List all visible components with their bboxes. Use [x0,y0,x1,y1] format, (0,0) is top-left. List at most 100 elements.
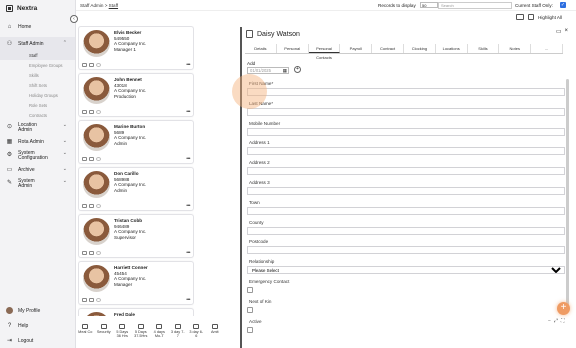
group-filter[interactable]: Amit [206,318,225,348]
card-icon[interactable] [89,157,94,161]
staff-card[interactable]: Don Carillo 568988 A Company Inc. Admin ••• [78,167,194,211]
group-filter[interactable]: 5 Days 37.5Hrs [132,318,151,348]
sidebar-item-rota-admin[interactable]: ▦ Rota Admin ⌄ [0,135,75,148]
card-icon[interactable] [89,298,94,302]
sidebar-subitem-staff[interactable]: Staff [0,50,75,60]
staff-role: Manager [114,281,133,287]
chevron-down-icon: ⌄ [62,178,67,184]
tab-notes[interactable]: Notes [499,44,532,53]
sidebar-subitem-holiday-groups[interactable]: Holiday Groups [0,90,75,100]
mail-icon[interactable] [82,251,87,255]
group-filter[interactable]: 3 day 6- 6 [187,318,206,348]
window-icon[interactable]: ▭ [556,28,562,35]
tab-personal-contacts[interactable]: Personal Contacts [308,44,341,60]
checkbox[interactable] [247,286,253,293]
group-filter[interactable]: Meal Co [76,318,95,348]
staff-role: Production [114,93,136,99]
rota-icon: ▦ [6,139,13,145]
grid-view-icon[interactable] [528,14,534,20]
text-input[interactable] [247,127,565,136]
sidebar-item-staff-admin[interactable]: ⚇ Staff Admin ⌃ [0,37,75,50]
highlight-all-label[interactable]: Highlight All [538,15,562,20]
more-options-icon[interactable]: ••• [186,297,190,303]
collapse-sidebar-button[interactable]: ‹ [70,15,78,23]
relationship-select[interactable]: Please Select [247,266,565,275]
sidebar-item-help[interactable]: ? Help [0,318,76,333]
more-options-icon[interactable]: ••• [186,109,190,115]
calendar-icon[interactable]: ▦ [283,68,287,73]
card-icon[interactable] [89,204,94,208]
text-input[interactable] [247,167,565,176]
staff-card[interactable]: John Bennet 43018 A Company Inc. Production… [78,73,194,117]
minimize-icon[interactable]: − [548,318,551,324]
mail-icon[interactable] [82,157,87,161]
records-input[interactable]: 50 [420,2,438,8]
sidebar-subitem-skills[interactable]: Skills [0,70,75,80]
staff-card[interactable]: Marine Burton 5689 A Company Inc. Admin ••• [78,120,194,164]
group-filter[interactable]: Security [95,318,114,348]
mail-icon[interactable] [82,110,87,114]
tab-skills[interactable]: Skills [468,44,500,53]
current-staff-only-checkbox[interactable]: ✓ [560,2,566,8]
sidebar-item-label: System Admin [18,177,35,189]
sidebar-subitem-contracts[interactable]: Contracts [0,110,75,120]
text-input[interactable] [247,246,565,255]
scrollbar[interactable] [566,79,569,307]
close-icon[interactable]: × [564,28,568,35]
search-input[interactable]: Search [438,2,512,9]
sidebar-item-archive[interactable]: ▭ Archive ⌄ [0,163,75,176]
sidebar-subitem-shift-sets[interactable]: Shift Sets [0,80,75,90]
staff-card[interactable]: Tristan Cobb 946489 A Company Inc. Supervis… [78,214,194,258]
tab-clocking[interactable]: Clocking [404,44,436,53]
nextra-logo-icon [6,4,13,12]
add-contact-button[interactable]: + [294,66,301,73]
more-options-icon[interactable]: ••• [186,250,190,256]
mail-icon[interactable] [82,204,87,208]
fullscreen-icon[interactable]: ⛶ [561,318,565,324]
tab-locations[interactable]: Locations [436,44,468,53]
more-options-icon[interactable]: ••• [186,156,190,162]
text-input[interactable] [247,107,565,116]
card-icon[interactable] [89,110,94,114]
expand-icon[interactable]: ⤢ [554,318,558,324]
sidebar-item-logout[interactable]: ⇥ Logout [0,333,76,348]
group-filter[interactable]: 5 Days 36 Hrs [113,318,132,348]
add-fab-button[interactable]: + [557,302,570,315]
mail-icon[interactable] [82,298,87,302]
staff-card[interactable]: Fred Dale••• [78,308,194,316]
sidebar-item-location-admin[interactable]: ⊙ Location Admin ⌄ [0,120,75,135]
tab--[interactable]: ... [531,44,563,53]
staff-card[interactable]: Elvis Becker 549550 A Company Inc. Manager … [78,26,194,70]
sidebar-subitem-employee-groups[interactable]: Employee Groups [0,60,75,70]
group-filter[interactable]: 3 day 7- 7 [169,318,188,348]
checkbox[interactable] [247,306,253,313]
sidebar-item-home[interactable]: ⌂ Home [0,20,75,33]
mail-icon[interactable] [82,63,87,67]
tab-contract[interactable]: Contract [372,44,404,53]
card-icon[interactable] [89,63,94,67]
breadcrumb-current[interactable]: Staff [109,3,118,8]
sidebar-item-system-configuration[interactable]: ⚙ System Configuration ⌄ [0,148,75,163]
group-filter[interactable]: 4 days Mo-T [150,318,169,348]
more-options-icon[interactable]: ••• [186,203,190,209]
text-input[interactable] [247,147,565,156]
sidebar-item-my-profile[interactable]: My Profile [0,303,76,318]
sidebar-item-system-admin[interactable]: ✎ System Admin ⌄ [0,176,75,191]
detail-header-icons: ▭ × [556,28,568,35]
list-view-icon[interactable] [516,14,524,20]
staff-company: A Company Inc. [114,182,147,188]
more-options-icon[interactable]: ••• [186,62,190,68]
text-input[interactable] [247,226,565,235]
staff-card[interactable]: Harriett Conner 45454 A Company Inc. Manage… [78,261,194,305]
breadcrumb-parent[interactable]: Staff Admin [80,3,103,8]
text-input[interactable] [247,88,565,96]
tab-payroll[interactable]: Payroll [340,44,373,53]
text-input[interactable] [247,186,565,195]
text-input[interactable] [247,206,565,215]
sidebar-subitem-role-sets[interactable]: Role Sets [0,100,75,110]
tab-personal[interactable]: Personal [277,44,309,53]
tab-details[interactable]: Details [245,44,277,53]
checkbox[interactable] [247,326,253,333]
date-input[interactable]: 01/01/2025 ▦ [247,67,289,74]
card-icon[interactable] [89,251,94,255]
